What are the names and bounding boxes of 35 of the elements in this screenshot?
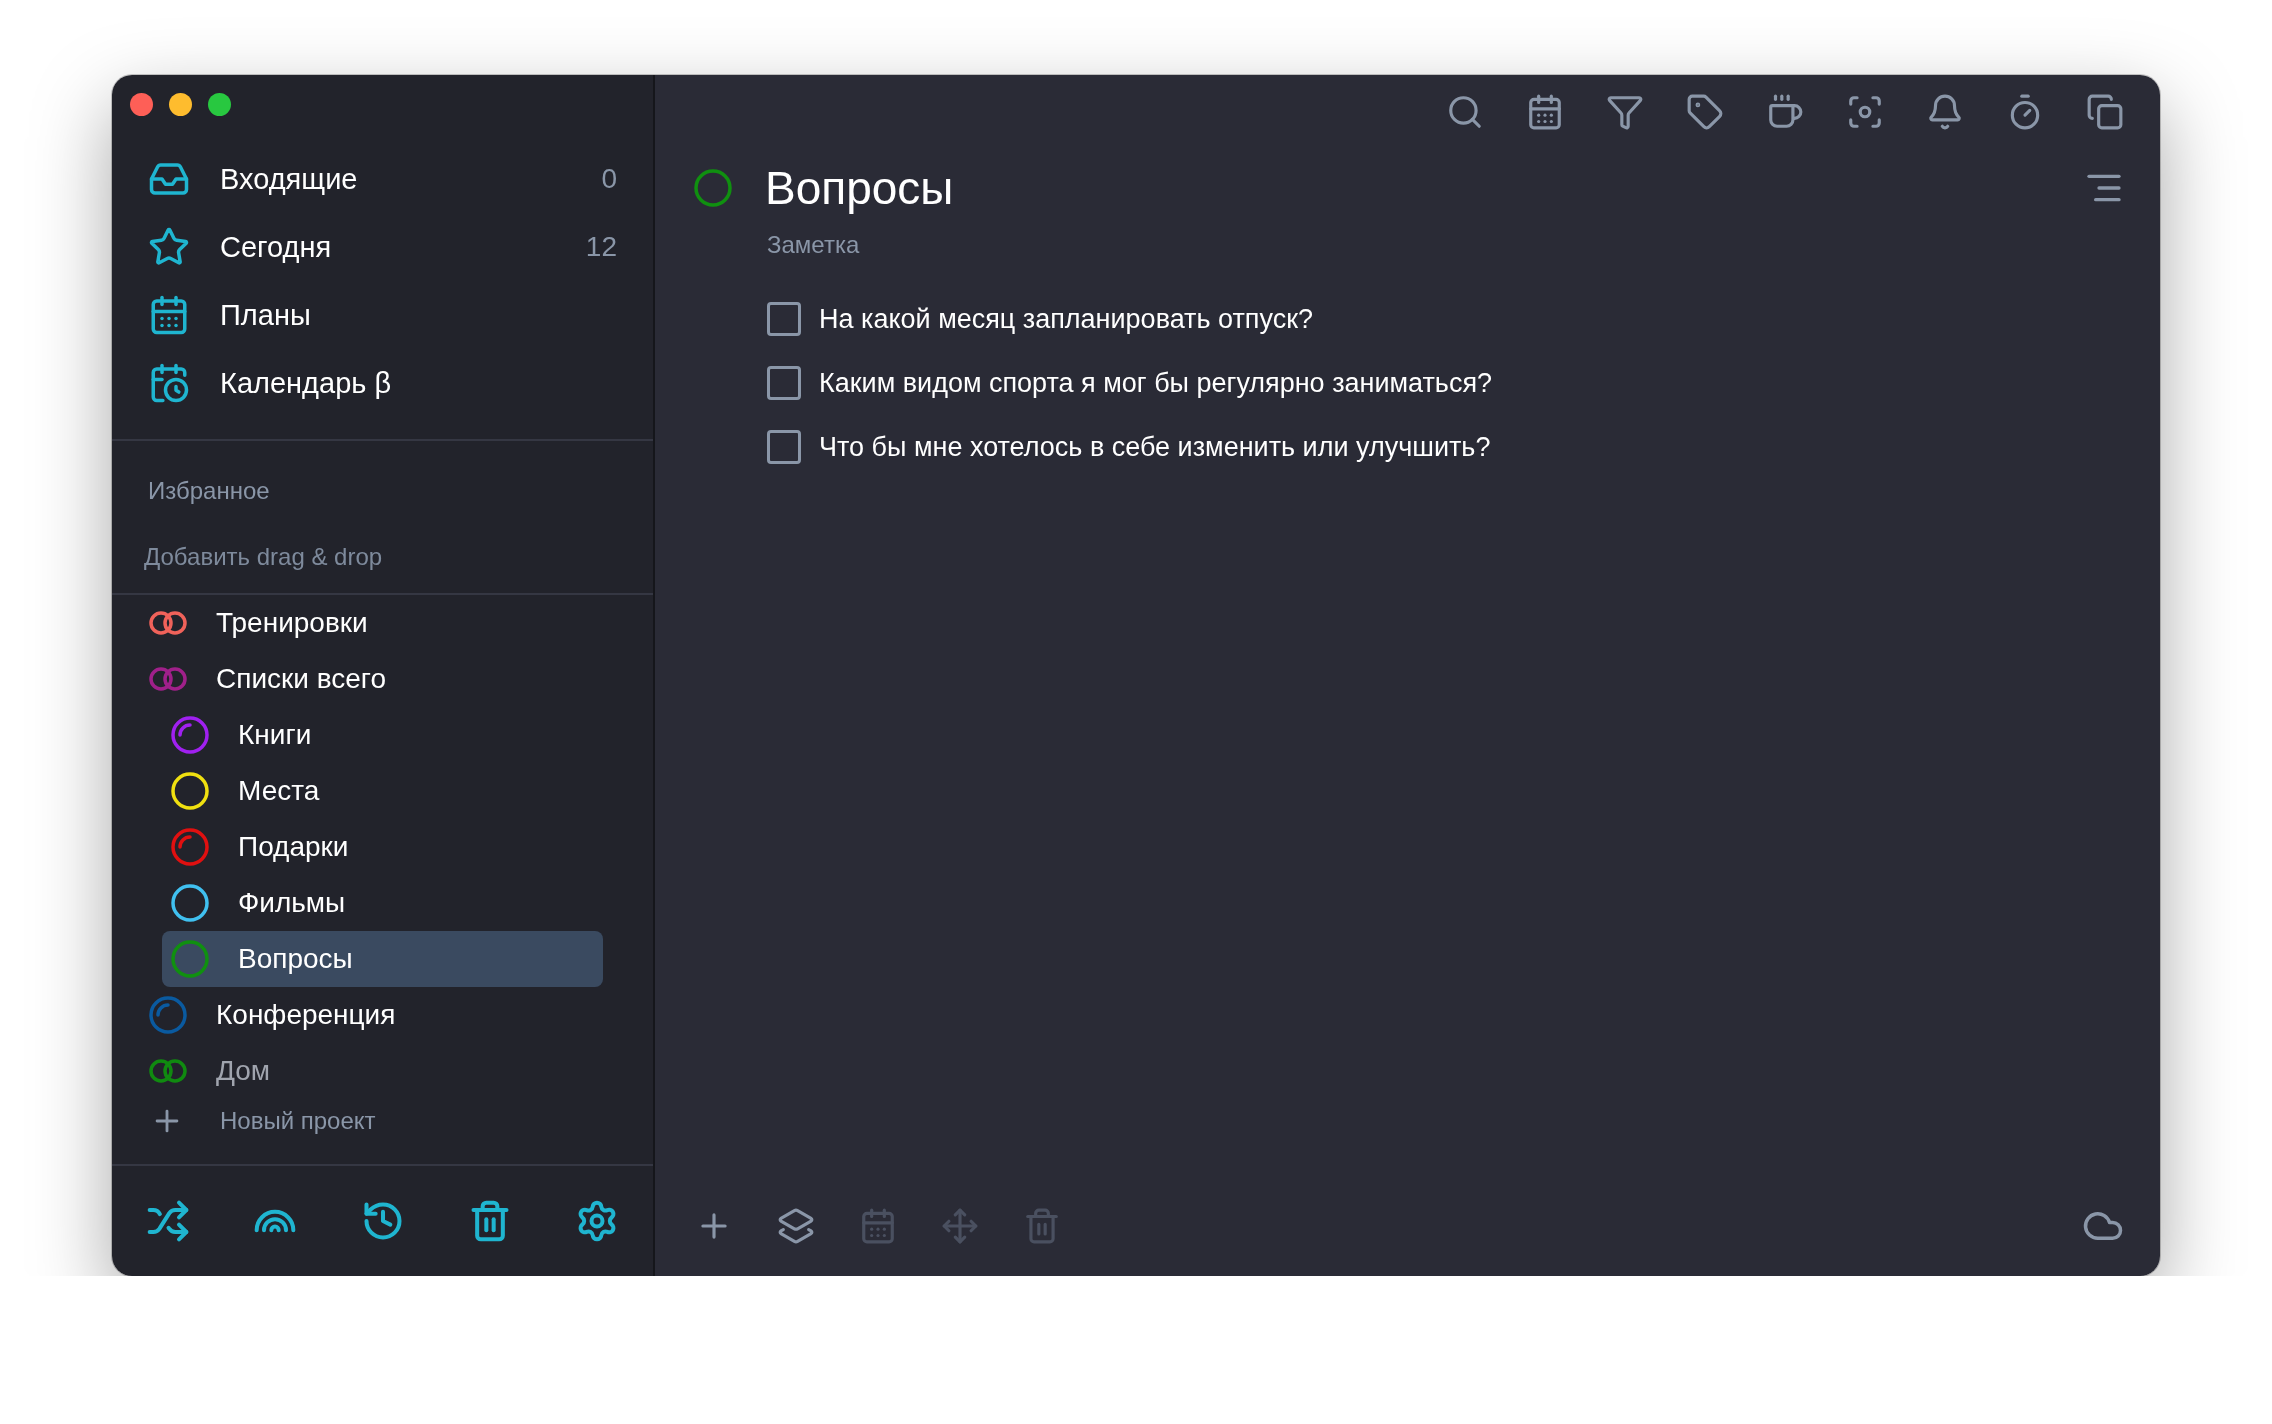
- page-title: Вопросы: [765, 161, 955, 215]
- project-item[interactable]: Списки всего: [112, 651, 603, 707]
- project-item[interactable]: Тренировки: [112, 595, 603, 651]
- layers-icon[interactable]: [777, 1207, 815, 1245]
- checklist-item-text: Каким видом спорта я мог бы регулярно заниматься?: [819, 367, 1493, 399]
- close-button[interactable]: [130, 93, 153, 116]
- count: 0: [601, 163, 617, 195]
- note-label: Заметка: [766, 230, 861, 259]
- project-item[interactable]: Вопросы: [162, 931, 603, 987]
- checkbox[interactable]: [767, 302, 801, 336]
- project-item[interactable]: Фильмы: [162, 875, 603, 931]
- minimize-button[interactable]: [169, 93, 192, 116]
- zoom-button[interactable]: [208, 93, 231, 116]
- nav-item[interactable]: Сегодня 12: [112, 213, 653, 281]
- project-item[interactable]: Дом: [112, 1043, 603, 1099]
- nav-item[interactable]: Календарь β: [112, 349, 653, 417]
- checklist-item-text: Что бы мне хотелось в себе изменить или улучшить?: [819, 431, 1491, 463]
- checkbox[interactable]: [767, 366, 801, 400]
- checklist-item-text: На какой месяц запланировать отпуск?: [819, 303, 1313, 335]
- calendar-clock-icon: [148, 362, 190, 404]
- project-item[interactable]: Места: [162, 763, 603, 819]
- hint-text: Добавить drag & drop: [143, 542, 384, 572]
- shuffle-icon[interactable]: [146, 1199, 190, 1243]
- star-icon: [148, 226, 190, 268]
- project-item[interactable]: Книги: [162, 707, 603, 763]
- checkbox[interactable]: [767, 430, 801, 464]
- project-item[interactable]: Конференция: [112, 987, 603, 1043]
- nav-item[interactable]: Входящие 0: [112, 145, 653, 213]
- count: 12: [585, 231, 617, 263]
- project-item[interactable]: Подарки: [162, 819, 603, 875]
- new-project-button[interactable]: Новый проект: [112, 1099, 653, 1143]
- circle-icon: [693, 168, 733, 208]
- nav-item[interactable]: Планы: [112, 281, 653, 349]
- calendar-icon: [148, 294, 190, 336]
- section-title: Избранное: [147, 476, 271, 505]
